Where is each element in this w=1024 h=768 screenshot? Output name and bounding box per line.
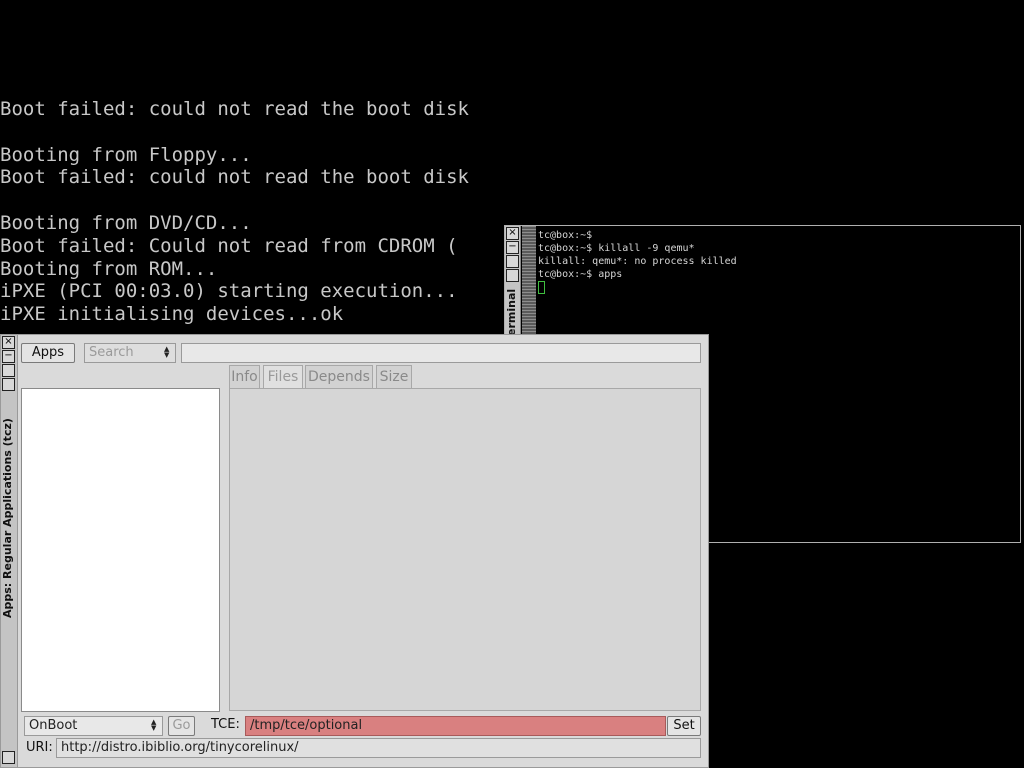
close-icon[interactable]: ×: [506, 227, 519, 240]
apps-titlebar[interactable]: × − Apps: Regular Applications (tcz): [1, 335, 18, 767]
tce-path-input[interactable]: /tmp/tce/optional: [245, 716, 666, 736]
terminal-window-buttons: × −: [506, 227, 519, 283]
maximize-icon[interactable]: [2, 364, 15, 377]
tab-depends[interactable]: Depends: [305, 365, 373, 389]
set-button[interactable]: Set: [667, 716, 701, 736]
boot-console: Boot failed: could not read the boot dis…: [0, 98, 469, 326]
resize-icon[interactable]: [2, 751, 15, 764]
spin-arrows-icon: ▲ ▼: [151, 718, 157, 732]
spin-arrows-icon: ▲ ▼: [164, 345, 170, 359]
minimize-icon[interactable]: −: [506, 241, 519, 254]
restore-icon[interactable]: [2, 378, 15, 391]
search-input[interactable]: [181, 343, 701, 363]
uri-input[interactable]: http://distro.ibiblio.org/tinycorelinux/: [56, 738, 701, 758]
onboot-select-value: OnBoot: [29, 718, 78, 733]
apps-window-buttons: × −: [2, 336, 15, 392]
tce-label: TCE:: [211, 717, 240, 732]
tab-size[interactable]: Size: [376, 365, 412, 389]
terminal-cursor: [538, 281, 545, 294]
go-button[interactable]: Go: [168, 716, 195, 736]
maximize-icon[interactable]: [506, 255, 519, 268]
terminal-scrollbar[interactable]: [522, 226, 536, 334]
minimize-icon[interactable]: −: [2, 350, 15, 363]
terminal-output[interactable]: tc@box:~$ tc@box:~$ killall -9 qemu* kil…: [538, 229, 737, 294]
tab-info[interactable]: Info: [229, 365, 260, 389]
uri-label: URI:: [26, 740, 53, 755]
onboot-select[interactable]: OnBoot ▲ ▼: [24, 716, 163, 736]
search-select-label: Search: [89, 345, 134, 360]
apps-window-title: Apps: Regular Applications (tcz): [1, 418, 14, 618]
apps-button[interactable]: Apps: [21, 343, 75, 363]
tab-files[interactable]: Files: [263, 365, 303, 389]
app-list[interactable]: [21, 388, 220, 712]
search-select[interactable]: Search ▲ ▼: [84, 343, 176, 363]
files-panel[interactable]: [229, 388, 701, 711]
close-icon[interactable]: ×: [2, 336, 15, 349]
